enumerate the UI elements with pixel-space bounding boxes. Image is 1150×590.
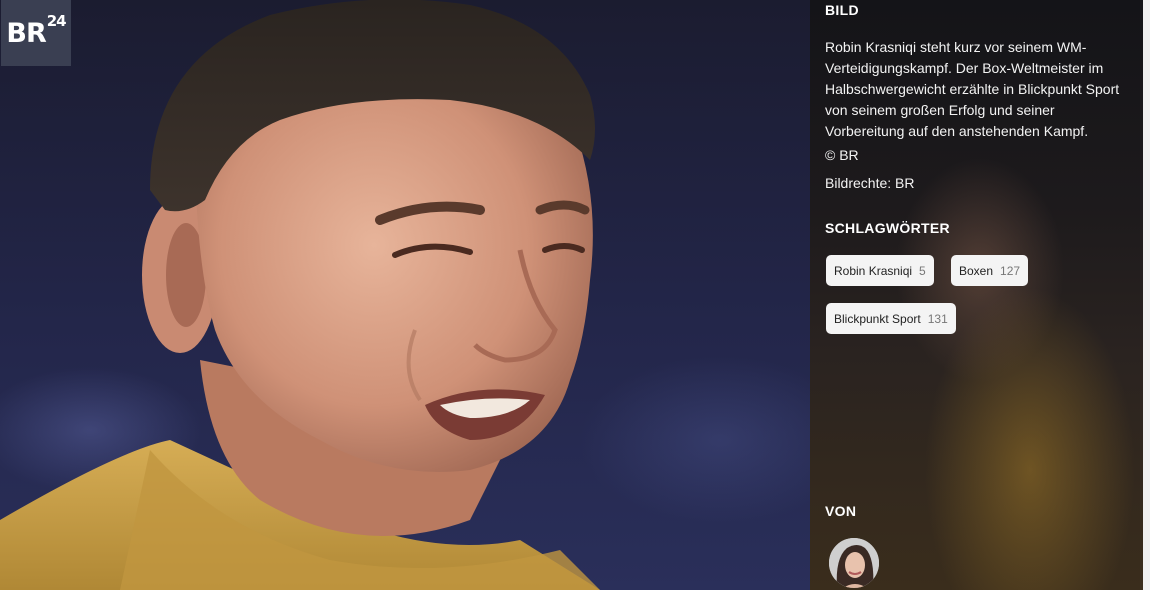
image-caption: Robin Krasniqi steht kurz vor seinem WM-… [825,39,1120,139]
author-avatar[interactable] [829,538,879,588]
author-portrait-icon [829,538,879,588]
portrait-illustration [0,0,600,590]
tag-robin-krasniqi[interactable]: Robin Krasniqi 5 [826,255,934,286]
tags-heading: SCHLAGWÖRTER [825,220,950,236]
br24-logo[interactable]: BR24 [1,0,71,66]
logo-wordmark: BR24 [6,11,66,49]
tag-boxen[interactable]: Boxen 127 [951,255,1029,286]
tag-blickpunkt-sport[interactable]: Blickpunkt Sport 131 [826,303,956,334]
tag-label: Boxen [959,263,994,278]
tag-count: 5 [919,263,926,278]
tag-count: 127 [1000,263,1021,278]
tag-label: Robin Krasniqi [834,263,913,278]
image-rights: Bildrechte: BR [825,175,915,191]
article-photo: BR24 [0,0,810,590]
copyright-text: © BR [825,147,859,163]
tag-count: 131 [927,311,948,326]
image-info-panel: BILD Robin Krasniqi steht kurz vor seine… [810,0,1143,590]
author-heading: VON [825,503,857,519]
page-scrollbar[interactable] [1143,0,1150,590]
tag-label: Blickpunkt Sport [834,311,921,326]
bild-heading: BILD [825,2,859,18]
